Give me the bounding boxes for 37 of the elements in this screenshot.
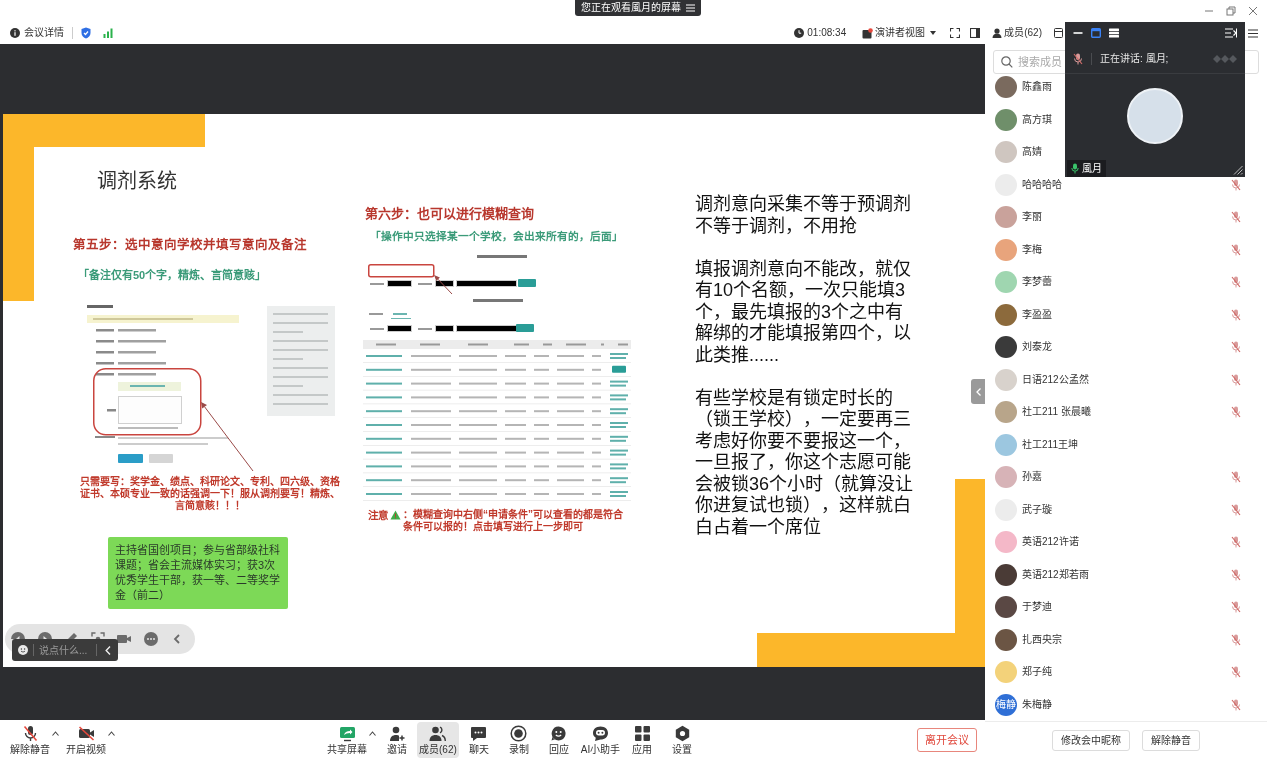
member-name: 陈鑫雨	[1022, 82, 1052, 92]
member-name: 李梅	[1022, 244, 1042, 255]
member-name: 刘泰龙	[1022, 342, 1052, 352]
notice-label: 注意	[368, 509, 388, 521]
note-paragraph: 有些学校是有锁定时长的（锁王学校），一定要再三考虑好你要不要报这一个，一旦报了，你这个志愿可能会被锁36个小时（就算没让你进复试也锁），这样就白白占着一个席位	[695, 387, 915, 538]
note-paragraph: 调剂意向采集不等于预调剂不等于调剂，不用抢	[695, 194, 912, 237]
member-name: 英语212郑若雨	[1022, 569, 1089, 580]
member-name: 李梦蕾	[1022, 277, 1052, 287]
member-name: 日语212公孟然	[1022, 374, 1089, 385]
member-name: 李盈盈	[1022, 309, 1052, 320]
slide-title: 调剂系统	[97, 171, 177, 191]
speaker-name: 風月	[1082, 163, 1102, 174]
member-name: 社工211 张晨曦	[1022, 407, 1091, 417]
member-name: 高婧	[1022, 147, 1042, 157]
meeting-timer: 01:08:34	[807, 28, 847, 38]
member-name: 朱梅静	[1022, 699, 1052, 710]
instruction-text: 只需要写：奖学金、绩点、科研论文、专利、四六级、资格证书、本硕专业一致的话强调一下！服从调剂要写！精炼、言简意赅！！！	[79, 476, 341, 512]
step-heading: 第五步：选中意向学校并填写意向及备注	[73, 239, 307, 252]
step-heading: 第六步：也可以进行模糊查询	[365, 207, 534, 220]
member-name: 孙嘉	[1022, 472, 1042, 482]
member-name: 扎西央宗	[1022, 634, 1062, 645]
member-name: 郑子纯	[1022, 667, 1052, 677]
member-name: 哈哈哈哈	[1022, 179, 1062, 190]
member-name: 于梦迪	[1022, 602, 1052, 612]
notice-text: ：模糊查询中右侧“申请条件”可以查看的都是符合条件可以报的！点击填写进行上一步即可	[403, 509, 624, 533]
example-note: 主持省国创项目；参与省部级社科课题；省会主流媒体实习；获3次优秀学生干部，获一等、二等奖学金（前二）	[108, 537, 288, 609]
note-paragraph: 填报调剂意向不能改，就仅有10个名额，一次只能填3个，最先填报的3个之中有解绑的才能填报第四个，以此类推......	[695, 258, 912, 366]
step-tip: 「操作中只选择某一个学校，会出来所有的，后面」	[370, 231, 623, 242]
avatar: 梅静	[995, 693, 1017, 716]
member-name: 高方琪	[1022, 114, 1052, 125]
step-tip: 「备注仅有50个字，精炼、言简意赅」	[78, 270, 267, 281]
member-name: 社工211王坤	[1022, 439, 1078, 450]
member-name: 武子璇	[1022, 504, 1052, 515]
speaking-status: 正在讲话: 風月;	[1100, 53, 1169, 64]
member-name: 英语212许诺	[1022, 537, 1079, 547]
member-name: 李丽	[1022, 212, 1042, 222]
banner-text: 您正在观看風月的屏幕	[581, 3, 681, 13]
